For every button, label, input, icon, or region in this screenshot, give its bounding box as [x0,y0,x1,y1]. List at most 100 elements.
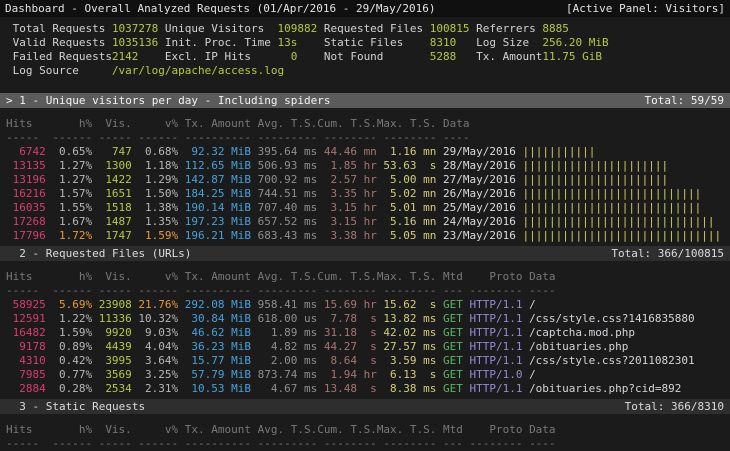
cell-cum-ts: 15.69 hr [317,298,377,312]
table-row[interactable]: 28840.28%25342.31%10.53 MiB4.67 ms13.48 … [6,382,730,396]
dashes-row: ----------------------------------------… [6,131,730,145]
cell-max-ts: 1.16 mn [377,145,437,159]
column-header-vis: Vis. [92,270,132,284]
panel-header-bar[interactable]: 2 - Requested Files (URLs)Total: 366/100… [0,246,730,261]
summary-label: Log Size [476,36,542,50]
dashes-tx: ---------- [178,131,251,145]
cell-max-ts: 5.16 mn [377,215,437,229]
cell-avg-ts: 657.52 ms [251,215,317,229]
table-row[interactable]: 91780.89%44394.04%36.23 MiB4.82 ms44.27 … [6,340,730,354]
summary-overview: Total Requests1037278Unique Visitors1098… [0,22,730,78]
cell-data: 24/May/2016 [443,215,516,229]
active-panel-indicator: [Active Panel: Visitors] [566,2,725,16]
table-row[interactable]: 160351.55%15181.38%190.14 MiB707.40 ms3.… [6,201,730,215]
cell-visitors-percent: 3.25% [132,368,178,382]
cell-data: / [529,298,536,312]
cell-data: /obituaries.php [529,340,628,354]
cell-hits: 12591 [6,312,46,326]
cell-protocol: HTTP/1.1 [469,382,522,396]
cell-avg-ts: 2.00 ms [251,354,317,368]
bar-sparkline: ||||||||||||||||||||||||||||| [522,215,714,229]
column-header-cum: Cum. T.S. [317,270,377,284]
bar-sparkline: ||||||||||||||||||||||||||| [522,187,701,201]
cell-cum-ts: 2.57 hr [317,173,377,187]
cell-hits: 13135 [6,159,46,173]
table-row[interactable]: 172681.67%14871.35%197.23 MiB657.52 ms3.… [6,215,730,229]
summary-value: 8310 [430,36,476,50]
summary-indent [6,22,13,36]
cell-visitors-percent: 3.64% [132,354,178,368]
summary-value: 1037278 [112,22,165,36]
summary-label: Referrers [476,22,542,36]
cell-data: / [529,368,536,382]
dashes-proto: -------- [469,284,522,298]
column-header-max: Max. T.S. [377,270,437,284]
dashes-vis: ----- [92,131,132,145]
cell-avg-ts: 873.74 ms [251,368,317,382]
panel-title: > 1 - Unique visitors per day - Includin… [6,94,331,108]
panel-table: Hitsh%Vis.v%Tx. AmountAvg. T.S.Cum. T.S.… [0,117,730,243]
table-row[interactable]: 67420.65%7470.68%92.32 MiB395.64 ms44.46… [6,145,730,159]
cell-visitors: 3569 [92,368,132,382]
table-row[interactable]: 177961.72%17471.59%196.21 MiB683.43 ms3.… [6,229,730,243]
cell-tx-amount: 46.62 MiB [178,326,251,340]
column-headers-row: Hitsh%Vis.v%Tx. AmountAvg. T.S.Cum. T.S.… [6,117,730,131]
panel-total: Total: 59/59 [645,94,724,108]
dashes-data: ---- [443,131,516,145]
table-row[interactable]: 164821.59%99209.03%46.62 MiB1.89 ms31.18… [6,326,730,340]
cell-tx-amount: 112.65 MiB [178,159,251,173]
panel-header-bar[interactable]: 3 - Static RequestsTotal: 366/8310 [0,399,730,414]
summary-label: Tx. Amount [476,50,542,64]
cell-protocol: HTTP/1.1 [469,326,522,340]
column-headers-row: Hitsh%Vis.v%Tx. AmountAvg. T.S.Cum. T.S.… [6,270,730,284]
panel-title: 3 - Static Requests [6,400,145,414]
cell-max-ts: 53.63 s [377,159,437,173]
cell-visitors: 1518 [92,201,132,215]
summary-row: Failed Requests2142Excl. IP Hits 0Not Fo… [6,50,730,64]
summary-indent [6,64,13,78]
cell-hits-percent: 0.28% [46,382,92,396]
summary-value: 0 [277,50,323,64]
cell-visitors-percent: 1.50% [132,187,178,201]
cell-data: 29/May/2016 [443,145,516,159]
column-header-hpct: h% [46,117,92,131]
cell-method: GET [443,326,463,340]
cell-tx-amount: 142.87 MiB [178,173,251,187]
cell-cum-ts: 31.18 s [317,326,377,340]
table-row[interactable]: 79850.77%35693.25%57.79 MiB873.74 ms1.94… [6,368,730,382]
table-row[interactable]: 125911.22%1133610.32%30.84 MiB618.00 us7… [6,312,730,326]
table-row[interactable]: 162161.57%16511.50%184.25 MiB744.51 ms3.… [6,187,730,201]
cell-visitors-percent: 9.03% [132,326,178,340]
summary-value: 100815 [430,22,476,36]
cell-avg-ts: 4.67 ms [251,382,317,396]
cell-max-ts: 6.13 s [377,368,437,382]
cell-visitors: 3995 [92,354,132,368]
cell-avg-ts: 683.43 ms [251,229,317,243]
dashes-avg: --------- [251,131,317,145]
column-header-avg: Avg. T.S. [251,117,317,131]
column-header-hpct: h% [46,270,92,284]
table-row[interactable]: 131961.27%14221.29%142.87 MiB700.92 ms2.… [6,173,730,187]
cell-visitors-percent: 1.29% [132,173,178,187]
column-header-cum: Cum. T.S. [317,117,377,131]
dashes-hpct: ------ [46,437,92,451]
cell-data: /css/style.css?1416835880 [529,312,695,326]
summary-value: 1035136 [112,36,165,50]
summary-label: Total Requests [13,22,112,36]
dashes-row: ----------------------------------------… [6,437,730,451]
dashes-vpct: ------ [132,437,178,451]
column-header-hits: Hits [6,270,46,284]
table-row[interactable]: 43100.42%39953.64%15.77 MiB2.00 ms8.64 s… [6,354,730,368]
dashes-vis: ----- [92,284,132,298]
cell-visitors: 4439 [92,340,132,354]
table-row[interactable]: 131351.27%13001.18%112.65 MiB506.93 ms1.… [6,159,730,173]
dashes-data: ---- [529,437,556,451]
cell-protocol: HTTP/1.0 [469,368,522,382]
table-row[interactable]: 589255.69%2390821.76%292.08 MiB958.41 ms… [6,298,730,312]
panel-header-bar[interactable]: > 1 - Unique visitors per day - Includin… [0,93,730,108]
cell-hits: 58925 [6,298,46,312]
dashes-avg: --------- [251,284,317,298]
summary-row: Valid Requests1035136Init. Proc. Time13s… [6,36,730,50]
cell-max-ts: 5.05 mn [377,229,437,243]
panel-total: Total: 366/100815 [611,247,724,261]
